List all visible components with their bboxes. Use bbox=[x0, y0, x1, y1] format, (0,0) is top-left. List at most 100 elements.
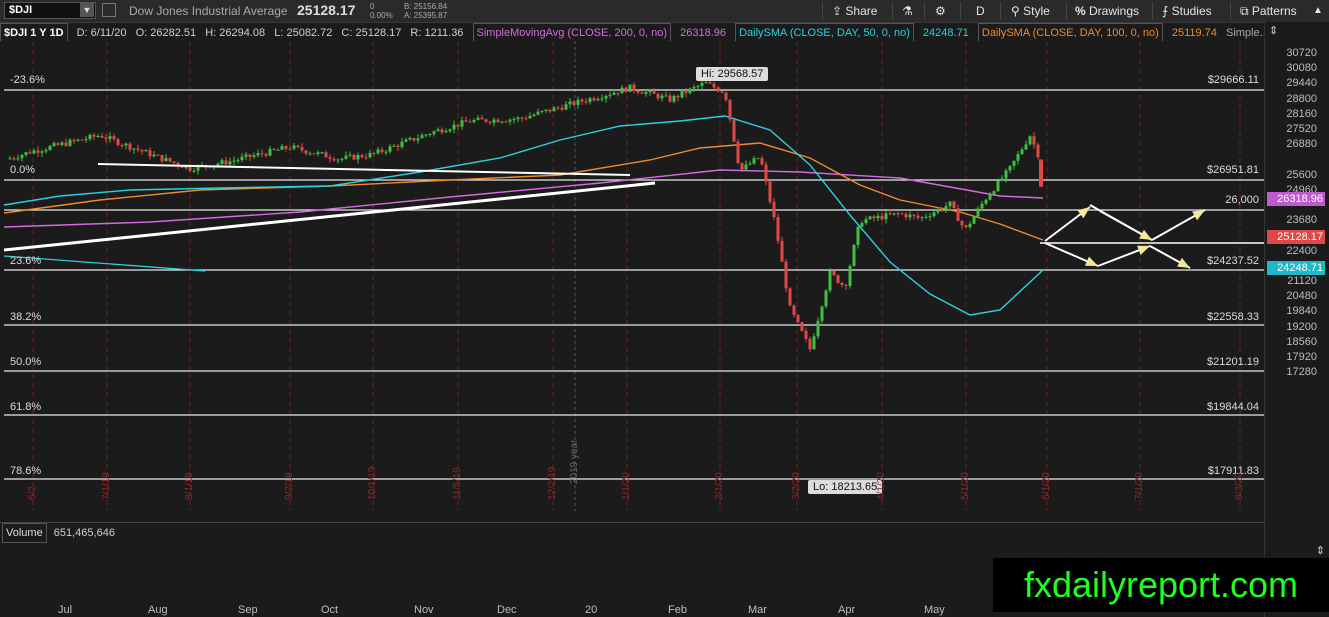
share-button[interactable]: ⇪ Share bbox=[832, 0, 877, 22]
candle-body bbox=[596, 99, 600, 101]
candle-body bbox=[696, 85, 700, 87]
candle-body bbox=[88, 134, 92, 140]
candle-body bbox=[40, 151, 44, 153]
more-studies-label[interactable]: Simple... bbox=[1226, 27, 1265, 39]
candle-body bbox=[540, 110, 544, 112]
candle-body bbox=[984, 199, 988, 204]
sma50-study-label[interactable]: DailySMA (CLOSE, DAY, 50, 0, no) bbox=[735, 23, 914, 41]
y-axis-tick: 27520 bbox=[1286, 123, 1317, 135]
candle-body bbox=[456, 124, 460, 127]
y-axis-tick: 28160 bbox=[1286, 107, 1317, 120]
date-marker: 1/1/20 bbox=[621, 472, 632, 500]
candle-body bbox=[484, 119, 488, 122]
y-axis-tick: 21120 bbox=[1287, 275, 1317, 287]
ask-price: A: 25395.87 bbox=[404, 11, 448, 20]
candle-body bbox=[684, 91, 688, 94]
candle-body bbox=[420, 135, 424, 139]
fib-level-label: 0.0% bbox=[10, 164, 36, 176]
volume-label[interactable]: Volume bbox=[2, 523, 47, 543]
candle-body bbox=[612, 92, 616, 95]
candle-body bbox=[76, 139, 80, 141]
patterns-button[interactable]: ⧉ Patterns bbox=[1240, 0, 1297, 22]
candle-body bbox=[1028, 136, 1032, 145]
candle-body bbox=[796, 314, 800, 323]
candle-body bbox=[436, 129, 440, 132]
sma100-study-label[interactable]: DailySMA (CLOSE, DAY, 100, 0, no) bbox=[977, 23, 1163, 41]
overflow-menu-icon[interactable]: ▲ bbox=[1313, 0, 1323, 22]
candle-body bbox=[568, 101, 572, 105]
candle-body bbox=[928, 216, 932, 218]
studies-button[interactable]: ⨍ Studies bbox=[1162, 0, 1212, 22]
candle-body bbox=[8, 158, 12, 160]
candle-body bbox=[432, 131, 436, 135]
candle-body bbox=[64, 142, 68, 146]
style-button[interactable]: ⚲ Style bbox=[1011, 0, 1050, 22]
candle-body bbox=[1000, 178, 1004, 181]
candle-body bbox=[816, 320, 820, 337]
candle-body bbox=[844, 285, 848, 287]
flask-icon[interactable]: ⚗ bbox=[902, 0, 913, 22]
candle-body bbox=[668, 95, 672, 102]
y-axis-tick: 30080 bbox=[1286, 62, 1317, 75]
studies-label: Studies bbox=[1171, 4, 1212, 18]
candle-body bbox=[900, 213, 904, 215]
candle-body bbox=[304, 150, 308, 154]
fib-price-label: $26951.81 bbox=[1207, 164, 1259, 176]
y-axis-tick: 19200 bbox=[1286, 320, 1317, 333]
sma200-study-label[interactable]: SimpleMovingAvg (CLOSE, 200, 0, no) bbox=[472, 23, 672, 41]
candle-body bbox=[632, 84, 636, 91]
period-button[interactable]: D bbox=[976, 0, 985, 22]
candle-body bbox=[952, 201, 956, 209]
candle-body bbox=[1020, 149, 1024, 155]
bar-range: R: 1211.36 bbox=[410, 27, 464, 39]
candle-body bbox=[636, 90, 640, 93]
price-axis[interactable]: ⇕ 30720 30080 29440 28800 28160 27520 26880 256… bbox=[1264, 22, 1329, 617]
candle-body bbox=[744, 164, 748, 170]
candle-body bbox=[216, 163, 220, 166]
price-chart[interactable] bbox=[0, 41, 1265, 521]
gear-icon[interactable]: ⚙ bbox=[935, 0, 946, 22]
month-label: Sep bbox=[238, 604, 258, 616]
candle-body bbox=[448, 129, 452, 132]
candle-body bbox=[332, 158, 336, 161]
candle-body bbox=[452, 124, 456, 130]
candle-body bbox=[440, 129, 444, 133]
candle-body bbox=[168, 157, 172, 162]
candle-body bbox=[660, 95, 664, 99]
candle-body bbox=[100, 136, 104, 138]
watermark: fxdailyreport.com bbox=[993, 558, 1329, 612]
date-marker: 10/1/19 bbox=[367, 466, 378, 500]
candle-body bbox=[28, 152, 32, 154]
bar-close: C: 25128.17 bbox=[341, 27, 402, 39]
candle-body bbox=[240, 156, 244, 160]
candle-body bbox=[340, 158, 344, 160]
candle-body bbox=[112, 136, 116, 140]
candle-body bbox=[352, 154, 356, 160]
candle-body bbox=[400, 141, 404, 148]
volume-panel-collapse-icon[interactable]: ⇕ bbox=[1316, 544, 1325, 557]
month-label: Nov bbox=[414, 604, 434, 616]
bar-low: L: 25082.72 bbox=[274, 27, 333, 39]
candle-body bbox=[820, 306, 824, 321]
axis-collapse-icon[interactable]: ⇕ bbox=[1269, 24, 1278, 37]
studies-icon: ⨍ bbox=[1162, 4, 1169, 18]
candle-body bbox=[492, 119, 496, 123]
candle-body bbox=[296, 145, 300, 147]
candle-body bbox=[236, 159, 240, 161]
candle-body bbox=[172, 161, 176, 163]
candle-body bbox=[676, 95, 680, 98]
candle-body bbox=[372, 152, 376, 154]
chart-header[interactable]: $DJI 1 Y 1D bbox=[0, 23, 68, 41]
style-icon: ⚲ bbox=[1011, 4, 1020, 18]
candle-body bbox=[384, 151, 388, 153]
candle-body bbox=[516, 117, 520, 120]
candle-body bbox=[828, 270, 832, 291]
y-axis-tick: 19840 bbox=[1286, 305, 1317, 318]
candle-body bbox=[712, 83, 716, 88]
candle-body bbox=[780, 240, 784, 262]
drawings-button[interactable]: % Drawings bbox=[1075, 0, 1139, 22]
candle-body bbox=[724, 92, 728, 100]
symbol-link-icon[interactable] bbox=[102, 3, 116, 17]
symbol-dropdown-icon[interactable]: ▼ bbox=[80, 3, 94, 17]
candle-body bbox=[716, 87, 720, 92]
